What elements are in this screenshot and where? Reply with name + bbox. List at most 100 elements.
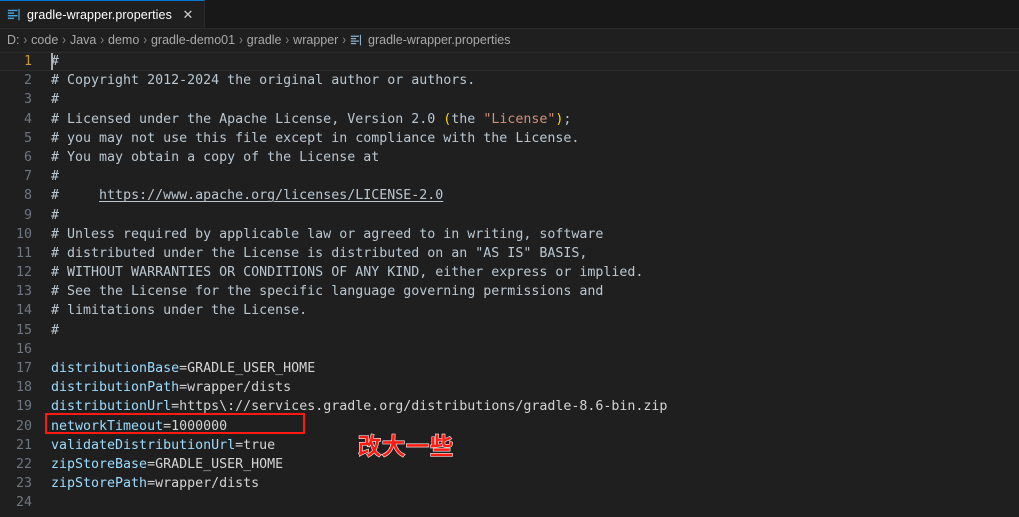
code-line-text[interactable]: distributionBase=GRADLE_USER_HOME [44, 359, 1019, 378]
line-number: 24 [15, 495, 32, 511]
code-line[interactable]: 8 # https://www.apache.org/licenses/LICEN… [0, 186, 1019, 205]
line-number: 18 [15, 380, 32, 396]
code-line-text[interactable]: validateDistributionUrl=true [44, 436, 1019, 455]
code-line-text[interactable]: distributionUrl=https\://services.gradle… [44, 397, 1019, 416]
code-line[interactable]: 1 # [0, 52, 1019, 72]
code-line-text[interactable]: # [44, 90, 1019, 109]
code-line[interactable]: 11 # distributed under the License is dis… [0, 244, 1019, 263]
line-number: 23 [15, 476, 32, 492]
code-token-val: GRADLE_USER_HOME [155, 456, 284, 472]
breadcrumb-separator: › [285, 32, 290, 48]
code-token-val: GRADLE_USER_HOME [187, 361, 316, 376]
code-line[interactable]: 12 # WITHOUT WARRANTIES OR CONDITIONS OF … [0, 263, 1019, 282]
code-line[interactable]: 3 # [0, 90, 1019, 109]
breadcrumb-item-gradle-wrapper-properties[interactable]: gradle-wrapper.properties [347, 33, 513, 47]
line-number: 13 [15, 284, 32, 300]
code-line-text[interactable]: # [44, 321, 1019, 340]
line-number: 22 [15, 456, 32, 472]
code-token-cmt: ; [563, 111, 572, 127]
code-line-text[interactable]: # See the License for the specific langu… [44, 282, 1019, 301]
code-line-text[interactable]: distributionPath=wrapper/dists [44, 378, 1019, 397]
code-line[interactable]: 10 # Unless required by applicable law or… [0, 225, 1019, 244]
line-number: 5 [23, 130, 32, 146]
breadcrumb-item-label: gradle-wrapper.properties [368, 33, 511, 47]
tab-gradle-wrapper-properties[interactable]: gradle-wrapper.properties ✕ [0, 0, 205, 28]
code-token-cmt: # [51, 322, 60, 338]
breadcrumb-item-demo[interactable]: demo [105, 33, 142, 47]
code-line[interactable]: 23 zipStorePath=wrapper/dists [0, 474, 1019, 493]
breadcrumb-item-wrapper[interactable]: wrapper [290, 33, 341, 47]
code-line[interactable]: 17 distributionBase=GRADLE_USER_HOME [0, 359, 1019, 378]
code-line-text[interactable]: # [44, 52, 1019, 71]
breadcrumb-item-label: gradle-demo01 [150, 33, 236, 47]
editor-tab-bar: gradle-wrapper.properties ✕ [0, 0, 1019, 29]
settings-file-icon [7, 8, 21, 22]
code-line-text[interactable]: # you may not use this file except in co… [44, 129, 1019, 148]
breadcrumb-item-gradle-demo01[interactable]: gradle-demo01 [148, 33, 238, 47]
code-token-quot: "License" [483, 111, 556, 127]
code-line[interactable]: 21 validateDistributionUrl=true [0, 436, 1019, 455]
breadcrumb-separator: › [342, 32, 347, 48]
code-token-val: 1000000 [171, 418, 228, 434]
code-line[interactable]: 24 [0, 493, 1019, 512]
code-line[interactable]: 15 # [0, 321, 1019, 340]
code-line[interactable]: 19 distributionUrl=https\://services.grad… [0, 397, 1019, 416]
breadcrumb-item-label: code [31, 33, 59, 47]
breadcrumb-item-d[interactable]: D: [4, 33, 23, 47]
code-line-text[interactable]: # WITHOUT WARRANTIES OR CONDITIONS OF AN… [44, 263, 1019, 282]
code-token-cmt: # Copyright 2012-2024 the original autho… [51, 73, 476, 89]
breadcrumb-separator: › [239, 32, 243, 48]
line-number: 7 [23, 169, 32, 185]
code-token-cmt: # you may not use this file except in co… [51, 130, 580, 146]
code-line-text[interactable]: # [44, 167, 1019, 186]
code-editor[interactable]: 1 #2 # Copyright 2012-2024 the original au… [0, 52, 1019, 517]
breadcrumb-item-java[interactable]: Java [67, 33, 99, 47]
code-line[interactable]: 5 # you may not use this file except in c… [0, 129, 1019, 148]
code-token-val: wrapper/dists [155, 476, 260, 492]
line-number: 17 [15, 361, 32, 376]
code-line-text[interactable]: # Licensed under the Apache License, Ver… [44, 110, 1019, 129]
code-line[interactable]: 4 # Licensed under the Apache License, Ve… [0, 110, 1019, 129]
code-line[interactable]: 16 [0, 340, 1019, 359]
code-lines[interactable]: 1 #2 # Copyright 2012-2024 the original au… [0, 52, 1019, 513]
line-number: 20 [15, 418, 32, 434]
code-token-cmt: # distributed under the License is distr… [51, 245, 588, 261]
code-line-text[interactable]: # [44, 206, 1019, 225]
code-line-text[interactable]: # limitations under the License. [44, 301, 1019, 320]
breadcrumb-item-label: gradle [246, 33, 282, 47]
code-line[interactable]: 18 distributionPath=wrapper/dists [0, 378, 1019, 397]
code-line-text[interactable]: # Copyright 2012-2024 the original autho… [44, 71, 1019, 90]
breadcrumb-item-gradle[interactable]: gradle [244, 33, 285, 47]
line-number: 10 [15, 226, 32, 242]
breadcrumb-separator: › [62, 32, 66, 48]
code-token-eq: = [163, 418, 172, 434]
code-line-text[interactable]: # https://www.apache.org/licenses/LICENS… [44, 186, 1019, 205]
code-token-key: distributionUrl [51, 399, 172, 415]
code-line[interactable]: 13 # See the License for the specific lan… [0, 282, 1019, 301]
code-line-text[interactable]: # You may obtain a copy of the License a… [44, 148, 1019, 167]
code-token-link: https://www.apache.org/licenses/LICENSE-… [99, 188, 444, 204]
code-line[interactable]: 2 # Copyright 2012-2024 the original auth… [0, 71, 1019, 90]
line-number: 8 [23, 188, 32, 204]
code-line[interactable]: 22 zipStoreBase=GRADLE_USER_HOME [0, 455, 1019, 474]
code-line[interactable]: 20 networkTimeout=1000000 [0, 417, 1019, 436]
line-number: 19 [15, 399, 32, 415]
code-line[interactable]: 14 # limitations under the License. [0, 301, 1019, 320]
code-line-text[interactable]: zipStorePath=wrapper/dists [44, 474, 1019, 493]
code-line-text[interactable]: zipStoreBase=GRADLE_USER_HOME [44, 455, 1019, 474]
line-number: 4 [23, 111, 32, 127]
breadcrumb-item-code[interactable]: code [28, 33, 61, 47]
code-token-val: https\://services.gradle.org/distributio… [179, 399, 668, 415]
code-token-eq: = [179, 361, 188, 376]
code-line-text[interactable]: # Unless required by applicable law or a… [44, 225, 1019, 244]
code-line-text[interactable]: # distributed under the License is distr… [44, 244, 1019, 263]
code-line[interactable]: 9 # [0, 206, 1019, 225]
code-line[interactable]: 7 # [0, 167, 1019, 186]
breadcrumb-item-label: D: [7, 33, 20, 47]
line-number: 1 [23, 54, 32, 69]
code-token-key: distributionBase [51, 361, 180, 376]
code-token-cmt: # [51, 169, 60, 185]
close-icon[interactable]: ✕ [180, 7, 196, 23]
code-line[interactable]: 6 # You may obtain a copy of the License … [0, 148, 1019, 167]
code-line-text[interactable]: networkTimeout=1000000 [44, 417, 1019, 436]
